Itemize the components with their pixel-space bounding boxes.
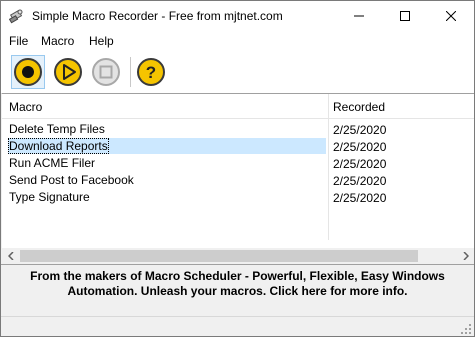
stop-button[interactable]: [89, 55, 123, 89]
window-title: Simple Macro Recorder - Free from mjtnet…: [32, 9, 283, 23]
recorded-date: 2/25/2020: [333, 123, 387, 137]
column-header-recorded[interactable]: Recorded: [333, 100, 385, 114]
macro-name: Delete Temp Files: [9, 122, 105, 136]
toolbar: ?: [1, 51, 474, 94]
help-button[interactable]: ?: [134, 55, 168, 89]
toolbar-separator: [130, 57, 131, 87]
chevron-right-icon: [462, 252, 469, 260]
chevron-left-icon: [7, 252, 14, 260]
resize-grip-icon[interactable]: [460, 323, 472, 335]
promo-banner[interactable]: From the makers of Macro Scheduler - Pow…: [1, 264, 474, 317]
stop-icon: [92, 58, 120, 86]
status-bar: [1, 316, 474, 336]
help-icon: ?: [137, 58, 165, 86]
macro-name: Run ACME Filer: [9, 156, 96, 170]
record-button[interactable]: [11, 55, 45, 89]
svg-text:?: ?: [146, 63, 156, 82]
maximize-button[interactable]: [382, 1, 428, 31]
title-bar[interactable]: Simple Macro Recorder - Free from mjtnet…: [1, 1, 474, 31]
minimize-button[interactable]: [336, 1, 382, 31]
scroll-thumb[interactable]: [20, 250, 418, 262]
recorded-date: 2/25/2020: [333, 191, 387, 205]
horizontal-scrollbar[interactable]: [2, 248, 474, 264]
macro-name: Send Post to Facebook: [9, 173, 134, 187]
list-header: Macro Recorded: [2, 94, 474, 119]
maximize-icon: [400, 11, 410, 21]
menu-macro[interactable]: Macro: [41, 34, 74, 48]
recorded-date: 2/25/2020: [333, 140, 387, 154]
macro-name: Download Reports: [8, 138, 109, 154]
macro-recorder-app-icon: [8, 8, 25, 24]
menu-file[interactable]: File: [9, 34, 28, 48]
menu-bar: File Macro Help: [1, 31, 474, 51]
macro-name: Type Signature: [9, 190, 90, 204]
close-icon: [446, 11, 456, 21]
minimize-icon: [354, 15, 364, 17]
play-icon: [54, 58, 82, 86]
list-row-selected[interactable]: Download Reports 2/25/2020: [2, 138, 474, 155]
recorded-date: 2/25/2020: [333, 157, 387, 171]
list-row[interactable]: Run ACME Filer 2/25/2020: [2, 155, 474, 172]
app-window: Simple Macro Recorder - Free from mjtnet…: [0, 0, 475, 337]
close-button[interactable]: [428, 1, 474, 31]
recorded-date: 2/25/2020: [333, 174, 387, 188]
record-icon: [14, 58, 42, 86]
scroll-left-button[interactable]: [2, 248, 19, 264]
scroll-right-button[interactable]: [457, 248, 474, 264]
column-header-macro[interactable]: Macro: [9, 100, 42, 114]
play-button[interactable]: [51, 55, 85, 89]
list-row[interactable]: Type Signature 2/25/2020: [2, 189, 474, 206]
macro-list[interactable]: Macro Recorded Delete Temp Files 2/25/20…: [2, 93, 474, 264]
promo-text[interactable]: From the makers of Macro Scheduler - Pow…: [21, 269, 454, 299]
list-row[interactable]: Send Post to Facebook 2/25/2020: [2, 172, 474, 189]
menu-help[interactable]: Help: [89, 34, 114, 48]
list-row[interactable]: Delete Temp Files 2/25/2020: [2, 121, 474, 138]
